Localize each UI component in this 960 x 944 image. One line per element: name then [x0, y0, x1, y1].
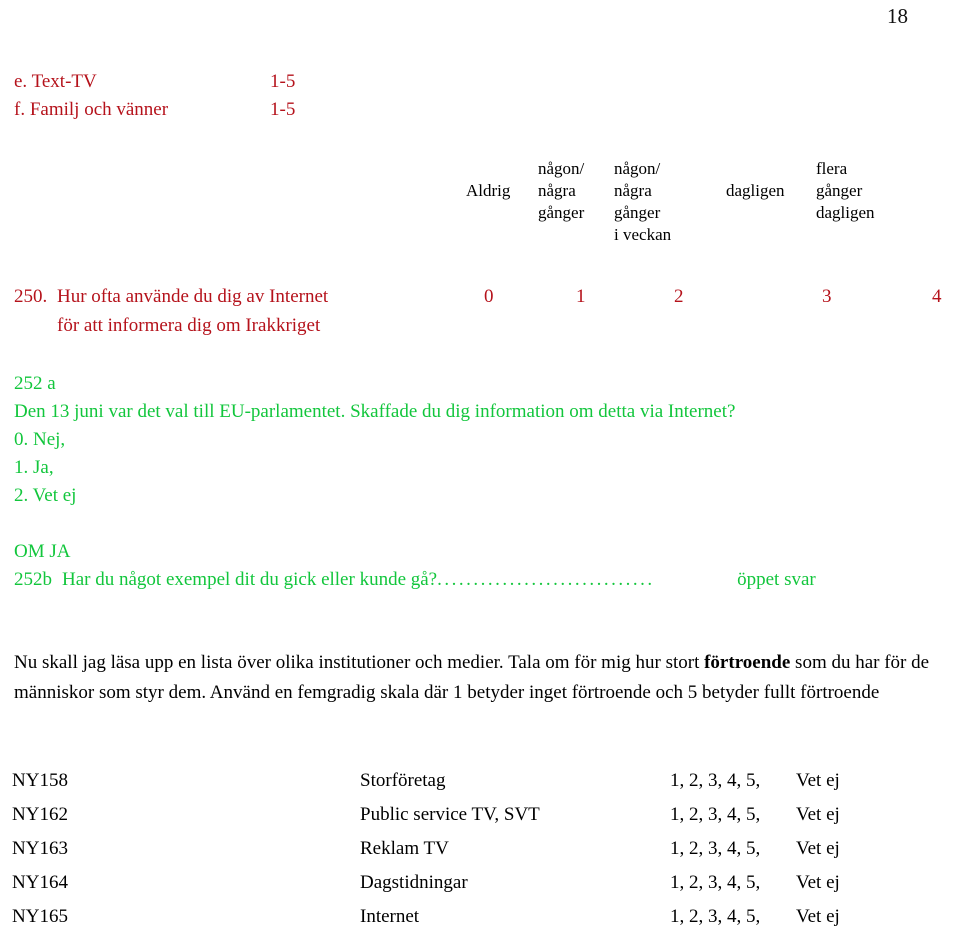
table-row: NY158 Storföretag 1, 2, 3, 4, 5, Vet ej [12, 770, 942, 804]
table-row: NY165 Internet 1, 2, 3, 4, 5, Vet ej [12, 906, 942, 940]
question-250-value-3[interactable]: 3 [786, 282, 912, 311]
row-code: NY158 [12, 770, 68, 791]
question-252a-option-0[interactable]: 0. Nej, [14, 426, 944, 454]
scale-header-dagligen: dagligen [726, 181, 785, 200]
question-250-line2: för att informera dig om Irakkriget [57, 315, 321, 336]
instruction-part1: Nu skall jag läsa upp en lista över olik… [14, 652, 705, 673]
row-dont-know[interactable]: Vet ej [796, 770, 896, 792]
scale-header-aldrig: Aldrig [466, 181, 511, 200]
question-252b-number: 252b [14, 569, 52, 590]
row-code: NY162 [12, 804, 68, 825]
item-label-f: f. Familj och vänner [14, 99, 169, 120]
table-row: NY162 Public service TV, SVT 1, 2, 3, 4,… [12, 804, 942, 838]
row-dont-know[interactable]: Vet ej [796, 838, 896, 860]
row-scale[interactable]: 1, 2, 3, 4, 5, [670, 906, 796, 928]
table-row: NY163 Reklam TV 1, 2, 3, 4, 5, Vet ej [12, 838, 942, 872]
question-252b-block: OM JA 252b Har du något exempel dit du g… [14, 538, 944, 594]
row-dont-know[interactable]: Vet ej [796, 872, 896, 894]
instruction-paragraph: Nu skall jag läsa upp en lista över olik… [14, 648, 950, 708]
scale-header-nagra-ganger: någon/ några gånger [538, 159, 585, 222]
dotted-leader: .............................. [437, 569, 655, 590]
question-252a-text: Den 13 juni var det val till EU-parlamen… [14, 401, 736, 422]
questionnaire-page: 18 e. Text-TV 1-5 f. Familj och vänner 1… [0, 0, 960, 944]
row-scale[interactable]: 1, 2, 3, 4, 5, [670, 804, 796, 826]
scale-header-nagra-ganger-i-veckan: någon/ några gånger i veckan [614, 159, 672, 244]
row-code: NY163 [12, 838, 68, 859]
instruction-emphasis: förtroende [704, 652, 791, 673]
response-scale-header: Aldrig någon/ några gånger någon/ några … [466, 158, 902, 246]
question-250-number: 250. [14, 286, 48, 307]
item-scale-f: 1-5 [270, 99, 296, 120]
row-code: NY164 [12, 872, 68, 893]
question-250-value-0[interactable]: 0 [466, 282, 556, 311]
item-scale-e: 1-5 [270, 71, 296, 92]
item-label-e: e. Text-TV [14, 71, 97, 92]
scale-item-list: e. Text-TV 1-5 f. Familj och vänner 1-5 [14, 68, 350, 124]
table-row: NY164 Dagstidningar 1, 2, 3, 4, 5, Vet e… [12, 872, 942, 906]
row-code: NY165 [12, 906, 68, 927]
question-252a-id: 252 a [14, 373, 56, 394]
question-250-values: 0 1 2 3 4 [466, 282, 960, 311]
scale-header-flera-ganger-dagligen: flera gånger dagligen [816, 159, 875, 222]
trust-table: NY158 Storföretag 1, 2, 3, 4, 5, Vet ej … [12, 770, 942, 940]
question-250: 250. Hur ofta använde du dig av Internet… [14, 282, 477, 340]
row-item: Storföretag [360, 770, 446, 791]
question-250-line1: Hur ofta använde du dig av Internet [57, 286, 329, 307]
row-scale[interactable]: 1, 2, 3, 4, 5, [670, 872, 796, 894]
question-252a: 252 a Den 13 juni var det val till EU-pa… [14, 370, 944, 510]
question-250-value-1[interactable]: 1 [556, 282, 652, 311]
question-252b-answer-type: öppet svar [737, 569, 816, 590]
question-252a-option-1[interactable]: 1. Ja, [14, 454, 944, 482]
row-item: Public service TV, SVT [360, 804, 540, 825]
question-252b: 252b Har du något exempel dit du gick el… [14, 566, 944, 594]
row-item: Dagstidningar [360, 872, 468, 893]
row-item: Internet [360, 906, 420, 927]
question-250-value-2[interactable]: 2 [652, 282, 786, 311]
row-dont-know[interactable]: Vet ej [796, 906, 896, 928]
row-dont-know[interactable]: Vet ej [796, 804, 896, 826]
row-scale[interactable]: 1, 2, 3, 4, 5, [670, 770, 796, 792]
page-number: 18 [887, 4, 908, 28]
question-252b-text: Har du något exempel dit du gick eller k… [62, 569, 438, 590]
list-item: f. Familj och vänner 1-5 [14, 96, 350, 124]
list-item: e. Text-TV 1-5 [14, 68, 350, 96]
question-250-value-4[interactable]: 4 [912, 282, 960, 311]
row-scale[interactable]: 1, 2, 3, 4, 5, [670, 838, 796, 860]
row-item: Reklam TV [360, 838, 449, 859]
question-252a-option-2[interactable]: 2. Vet ej [14, 482, 944, 510]
condition-om-ja: OM JA [14, 541, 71, 562]
